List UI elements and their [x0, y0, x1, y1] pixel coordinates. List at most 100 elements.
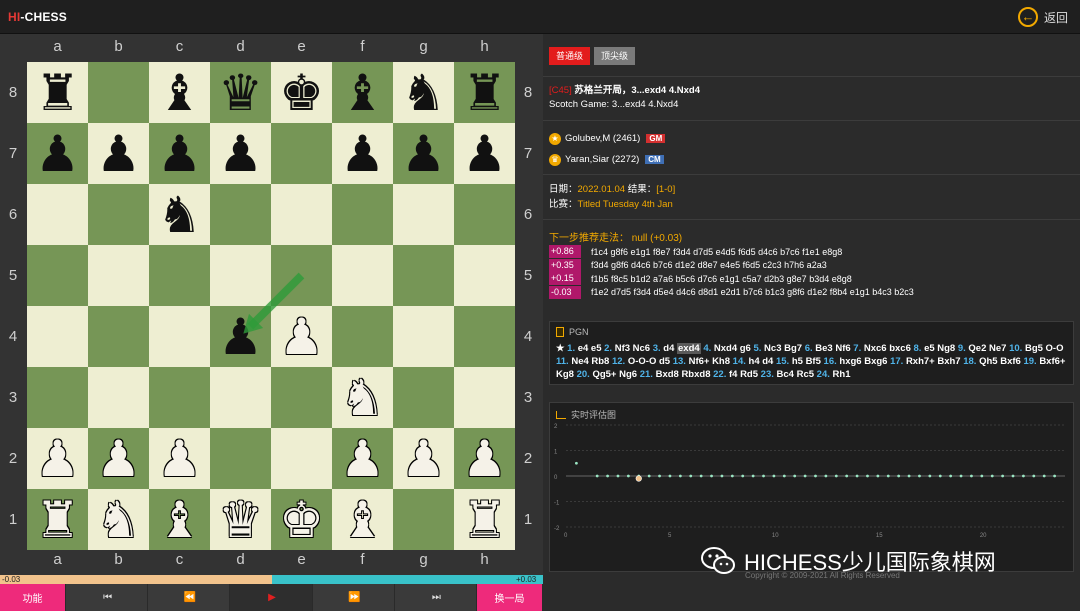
square-d7[interactable]: ♟ — [210, 123, 271, 184]
square-e1[interactable]: ♚ — [271, 489, 332, 550]
move-text[interactable]: Nc3 Bg7 — [764, 343, 802, 354]
square-e7[interactable] — [271, 123, 332, 184]
square-b1[interactable]: ♞ — [88, 489, 149, 550]
square-g4[interactable] — [393, 306, 454, 367]
play-button[interactable]: ▶ — [230, 584, 313, 611]
white-rook-icon[interactable]: ♜ — [35, 495, 80, 545]
square-g5[interactable] — [393, 245, 454, 306]
square-e4[interactable]: ♟ — [271, 306, 332, 367]
square-h1[interactable]: ♜ — [454, 489, 515, 550]
white-bishop-icon[interactable]: ♝ — [340, 495, 385, 545]
square-a3[interactable] — [27, 367, 88, 428]
last-move-button[interactable]: ⏭ — [394, 584, 478, 611]
square-h4[interactable] — [454, 306, 515, 367]
black-pawn-icon[interactable]: ♟ — [462, 129, 507, 179]
move-text[interactable]: Nxd4 g6 — [714, 343, 751, 354]
move-text[interactable]: Bxd8 Rbxd8 — [656, 369, 711, 380]
white-pawn-icon[interactable]: ♟ — [35, 434, 80, 484]
square-b5[interactable] — [88, 245, 149, 306]
menu-button[interactable]: 功能 — [0, 584, 66, 611]
square-c7[interactable]: ♟ — [149, 123, 210, 184]
black-king-icon[interactable]: ♚ — [279, 68, 324, 118]
black-pawn-icon[interactable]: ♟ — [340, 129, 385, 179]
square-e5[interactable] — [271, 245, 332, 306]
black-rook-icon[interactable]: ♜ — [35, 68, 80, 118]
move-text[interactable]: Bg5 O-O — [1025, 343, 1064, 354]
move-text[interactable]: Nxc6 bxc6 — [864, 343, 911, 354]
square-g2[interactable]: ♟ — [393, 428, 454, 489]
square-g6[interactable] — [393, 184, 454, 245]
white-pawn-icon[interactable]: ♟ — [157, 434, 202, 484]
square-a7[interactable]: ♟ — [27, 123, 88, 184]
move-text[interactable]: Qg5+ Ng6 — [592, 369, 637, 380]
engine-line[interactable]: -0.03 f1e2 d7d5 f3d4 d5e4 d4c6 d8d1 e2d1 … — [549, 285, 914, 300]
chess-board[interactable]: ♜ ♝ ♛ ♚ ♝ ♞ ♜ ♟ ♟ ♟ ♟ ♟ ♟ ♟ ♞ ♟ ♟ ♞ ♟ ♟ ♟ ♟ ♟ ♟ ♜ ♞ ♝ ♛ ♚ ♝ ♜ — [27, 62, 515, 550]
current-move[interactable]: exd4 — [677, 343, 701, 354]
white-rook-icon[interactable]: ♜ — [462, 495, 507, 545]
black-pawn-icon[interactable]: ♟ — [401, 129, 446, 179]
white-knight-icon[interactable]: ♞ — [340, 373, 385, 423]
move-text[interactable]: Rxh7+ Bxh7 — [906, 356, 961, 367]
square-h5[interactable] — [454, 245, 515, 306]
square-h6[interactable] — [454, 184, 515, 245]
square-g7[interactable]: ♟ — [393, 123, 454, 184]
move-text[interactable]: O-O-O d5 — [628, 356, 670, 367]
square-e8[interactable]: ♚ — [271, 62, 332, 123]
switch-game-button[interactable]: 换一局 — [477, 584, 544, 611]
engine-line[interactable]: +0.15 f1b5 f8c5 b1d2 a7a6 b5c6 d7c6 e1g1 … — [549, 272, 914, 286]
square-a6[interactable] — [27, 184, 88, 245]
black-queen-icon[interactable]: ♛ — [218, 68, 263, 118]
square-c4[interactable] — [149, 306, 210, 367]
square-b7[interactable]: ♟ — [88, 123, 149, 184]
black-pawn-icon[interactable]: ♟ — [157, 129, 202, 179]
move-text[interactable]: d4 — [663, 343, 674, 354]
move-text[interactable]: Rh1 — [833, 369, 851, 380]
square-a8[interactable]: ♜ — [27, 62, 88, 123]
square-d4[interactable]: ♟ — [210, 306, 271, 367]
square-c8[interactable]: ♝ — [149, 62, 210, 123]
black-pawn-icon[interactable]: ♟ — [35, 129, 80, 179]
square-c6[interactable]: ♞ — [149, 184, 210, 245]
square-c5[interactable] — [149, 245, 210, 306]
move-text[interactable]: Ne4 Rb8 — [571, 356, 609, 367]
square-h7[interactable]: ♟ — [454, 123, 515, 184]
move-text[interactable]: e4 e5 — [578, 343, 602, 354]
square-b4[interactable] — [88, 306, 149, 367]
white-pawn-icon[interactable]: ♟ — [401, 434, 446, 484]
square-g8[interactable]: ♞ — [393, 62, 454, 123]
black-knight-icon[interactable]: ♞ — [401, 68, 446, 118]
square-d3[interactable] — [210, 367, 271, 428]
square-a5[interactable] — [27, 245, 88, 306]
black-pawn-icon[interactable]: ♟ — [218, 312, 263, 362]
white-pawn-icon[interactable]: ♟ — [462, 434, 507, 484]
square-a1[interactable]: ♜ — [27, 489, 88, 550]
move-text[interactable]: Nf6+ Kh8 — [689, 356, 730, 367]
move-text[interactable]: h5 Bf5 — [792, 356, 821, 367]
move-text[interactable]: Qh5 Bxf6 — [979, 356, 1021, 367]
square-g3[interactable] — [393, 367, 454, 428]
black-knight-icon[interactable]: ♞ — [157, 190, 202, 240]
square-e2[interactable] — [271, 428, 332, 489]
move-text[interactable]: Bc4 Rc5 — [777, 369, 815, 380]
square-a4[interactable] — [27, 306, 88, 367]
white-knight-icon[interactable]: ♞ — [96, 495, 141, 545]
square-h8[interactable]: ♜ — [454, 62, 515, 123]
square-g1[interactable] — [393, 489, 454, 550]
next-move-button[interactable]: ⏩ — [312, 584, 395, 611]
black-pawn-icon[interactable]: ♟ — [96, 129, 141, 179]
square-f5[interactable] — [332, 245, 393, 306]
square-f7[interactable]: ♟ — [332, 123, 393, 184]
move-text[interactable]: f4 Rd5 — [729, 369, 758, 380]
first-move-button[interactable]: ⏮ — [66, 584, 149, 611]
square-f4[interactable] — [332, 306, 393, 367]
white-king-icon[interactable]: ♚ — [279, 495, 324, 545]
black-pawn-icon[interactable]: ♟ — [218, 129, 263, 179]
black-bishop-icon[interactable]: ♝ — [157, 68, 202, 118]
white-pawn-icon[interactable]: ♟ — [279, 312, 324, 362]
white-pawn-icon[interactable]: ♟ — [340, 434, 385, 484]
square-f8[interactable]: ♝ — [332, 62, 393, 123]
square-d8[interactable]: ♛ — [210, 62, 271, 123]
square-h2[interactable]: ♟ — [454, 428, 515, 489]
square-f2[interactable]: ♟ — [332, 428, 393, 489]
prev-move-button[interactable]: ⏪ — [148, 584, 231, 611]
